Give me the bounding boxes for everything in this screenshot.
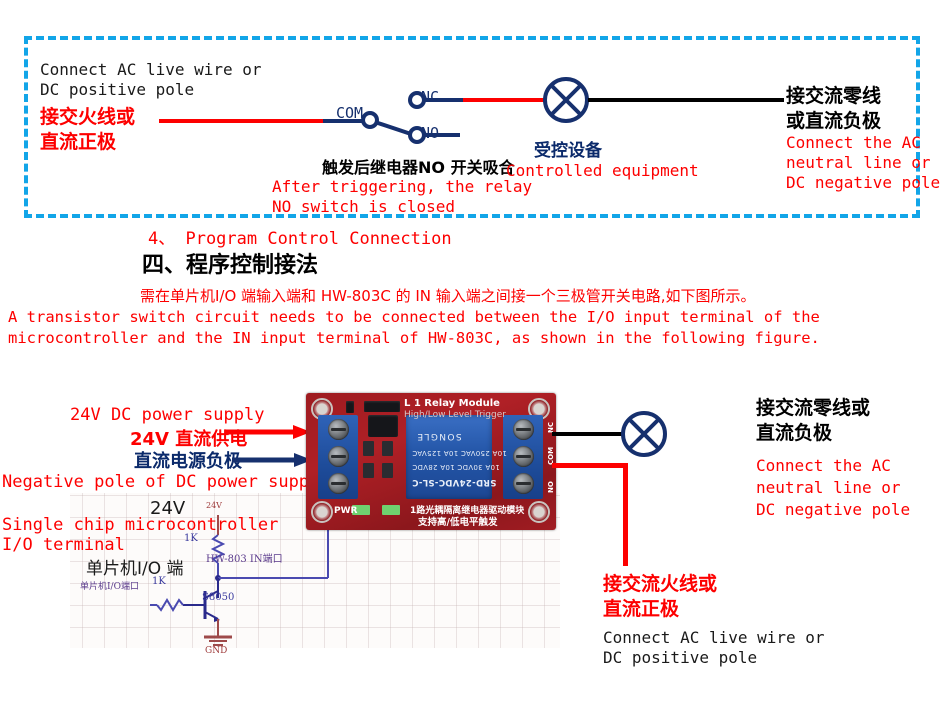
relay-brand-text: SONGLE <box>416 431 462 441</box>
fig-right-top-cn: 接交流零线或 直流负极 <box>756 397 871 444</box>
arrow-supply-red <box>225 425 311 439</box>
fig-right-bottom-cn: 接交流火线或 直流正极 <box>603 573 718 620</box>
supply-label-en: 24V DC power supply <box>70 405 265 425</box>
output-terminal-block <box>503 415 543 499</box>
negative-label-cn: 直流电源负极 <box>134 451 242 472</box>
top-left-label-cn: 接交火线或 直流正极 <box>40 106 136 153</box>
pcb-substrate: NC COM NO SRD-24VDC-SL-C 10A 30VDC 10A 2… <box>306 393 556 530</box>
negative-label-en: Negative pole of DC power supply <box>2 472 330 492</box>
screw-nc <box>513 419 534 440</box>
wire-com-out-vertical <box>623 463 628 566</box>
top-right-label-cn: 接交流零线 或直流负极 <box>786 85 882 132</box>
contact-label-nc: NC <box>421 88 440 106</box>
device-label-en: Controlled equipment <box>506 161 699 180</box>
screw-com <box>513 446 534 467</box>
schematic-node-mcu-label: 单片机I/O端口 <box>80 582 139 592</box>
relay-model-text: SRD-24VDC-SL-C <box>412 477 497 487</box>
relay-module-board: NC COM NO SRD-24VDC-SL-C 10A 30VDC 10A 2… <box>306 393 556 530</box>
screw-no <box>513 473 534 494</box>
relay-rating-1: 10A 250VAC 10A 125VAC <box>412 449 507 457</box>
smd-resistor-2 <box>382 441 393 456</box>
wire-lamp-to-neutral <box>588 98 784 102</box>
smd-resistor-4 <box>382 463 393 478</box>
relay-can: SRD-24VDC-SL-C 10A 30VDC 10A 28VDC 10A 2… <box>406 415 507 499</box>
smd-resistor-1 <box>363 441 374 456</box>
pwr-silk-label: PWR <box>334 506 358 516</box>
section-heading-en: 4、 Program Control Connection <box>148 229 452 249</box>
top-right-label-en: Connect the AC neutral line or DC negati… <box>786 133 941 192</box>
lamp-symbol-top <box>543 77 589 123</box>
fig-right-top-en: Connect the AC neutral line or DC negati… <box>756 456 911 519</box>
header-jumper <box>364 401 400 412</box>
section-paragraph-cn: 需在单片机I/O 端输入端和 HW-803C 的 IN 输入端之间接一个三极管开… <box>140 287 756 305</box>
smd-resistor-3 <box>363 463 374 478</box>
arrow-negative-navy <box>232 453 312 467</box>
pin-label-no: NO <box>547 481 555 493</box>
wire-com-out-horizontal <box>552 463 628 468</box>
status-led <box>382 505 400 515</box>
schematic-voltage-big: 24V <box>150 498 186 519</box>
board-bottom-cn-2: 支持高/低电平触发 <box>418 517 498 528</box>
schematic-gnd-label: GND <box>205 646 228 656</box>
schematic-r2-label: 1K <box>152 576 166 587</box>
mount-hole-bl <box>311 501 333 523</box>
screw-in <box>328 473 349 494</box>
schematic-transistor-label: S8050 <box>202 592 235 603</box>
lamp-symbol-bottom <box>621 411 667 457</box>
board-subtitle-silk: High/Low Level Trigger <box>404 410 506 420</box>
relay-rating-2: 10A 30VDC 10A 28VDC <box>412 463 500 471</box>
wire-nc-to-lamp <box>463 98 545 102</box>
device-label-cn: 受控设备 <box>534 141 602 161</box>
input-terminal-block <box>318 415 358 499</box>
schematic-r1-label: 1K <box>184 533 198 544</box>
relay-note-en: After triggering, the relay NO switch is… <box>272 177 533 216</box>
relay-contact-switch <box>361 91 463 144</box>
screw-vcc <box>328 419 349 440</box>
screw-gnd <box>328 446 349 467</box>
schematic-voltage-small: 24V <box>206 501 222 510</box>
wire-live-red <box>159 119 326 123</box>
optocoupler-chip <box>368 415 398 437</box>
board-title-silk: L 1 Relay Module <box>404 398 500 409</box>
contact-label-no: NO <box>421 124 440 142</box>
fig-right-bottom-en: Connect AC live wire or DC positive pole <box>603 628 825 667</box>
top-left-label-en: Connect AC live wire or DC positive pole <box>40 60 262 99</box>
mount-hole-br <box>528 501 550 523</box>
smd-diode <box>346 401 354 413</box>
section-heading-cn: 四、程序控制接法 <box>142 253 319 278</box>
schematic-node-hw-label: HW-803 IN端口 <box>206 554 283 565</box>
section-paragraph-en: A transistor switch circuit needs to be … <box>8 308 820 347</box>
